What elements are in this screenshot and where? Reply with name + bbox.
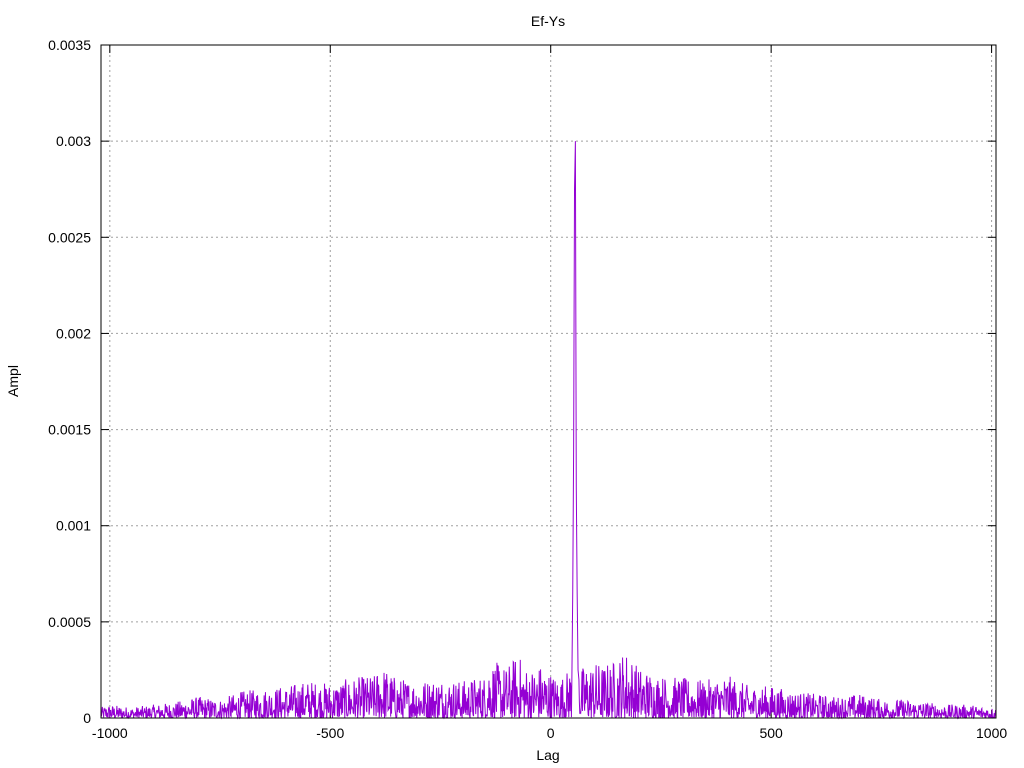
x-tick-label: -1000 [92, 725, 128, 741]
tick-marks [101, 44, 996, 719]
y-axis-label: Ampl [5, 365, 21, 397]
y-tick-label: 0.0005 [48, 614, 91, 630]
grid [101, 45, 996, 718]
x-axis-label: Lag [536, 747, 559, 763]
y-tick-label: 0 [83, 710, 91, 726]
y-tick-label: 0.001 [56, 518, 91, 534]
y-tick-label: 0.003 [56, 133, 91, 149]
y-tick-label: 0.0035 [48, 37, 91, 53]
x-tick-label: 1000 [976, 725, 1007, 741]
y-tick-label: 0.0015 [48, 422, 91, 438]
plot-frame [100, 44, 997, 719]
x-tick-label: -500 [316, 725, 344, 741]
x-tick-label: 500 [759, 725, 783, 741]
chart: Ef-Ys Ampl Lag -1000 -500 0 500 1000 0 0.0005 0… [5, 13, 1007, 763]
tick-labels: -1000 -500 0 500 1000 0 0.0005 0.001 0.0015 0.002… [48, 37, 1007, 741]
y-tick-label: 0.002 [56, 325, 91, 341]
x-tick-label: 0 [547, 725, 555, 741]
y-tick-label: 0.0025 [48, 229, 91, 245]
chart-title: Ef-Ys [531, 13, 565, 29]
